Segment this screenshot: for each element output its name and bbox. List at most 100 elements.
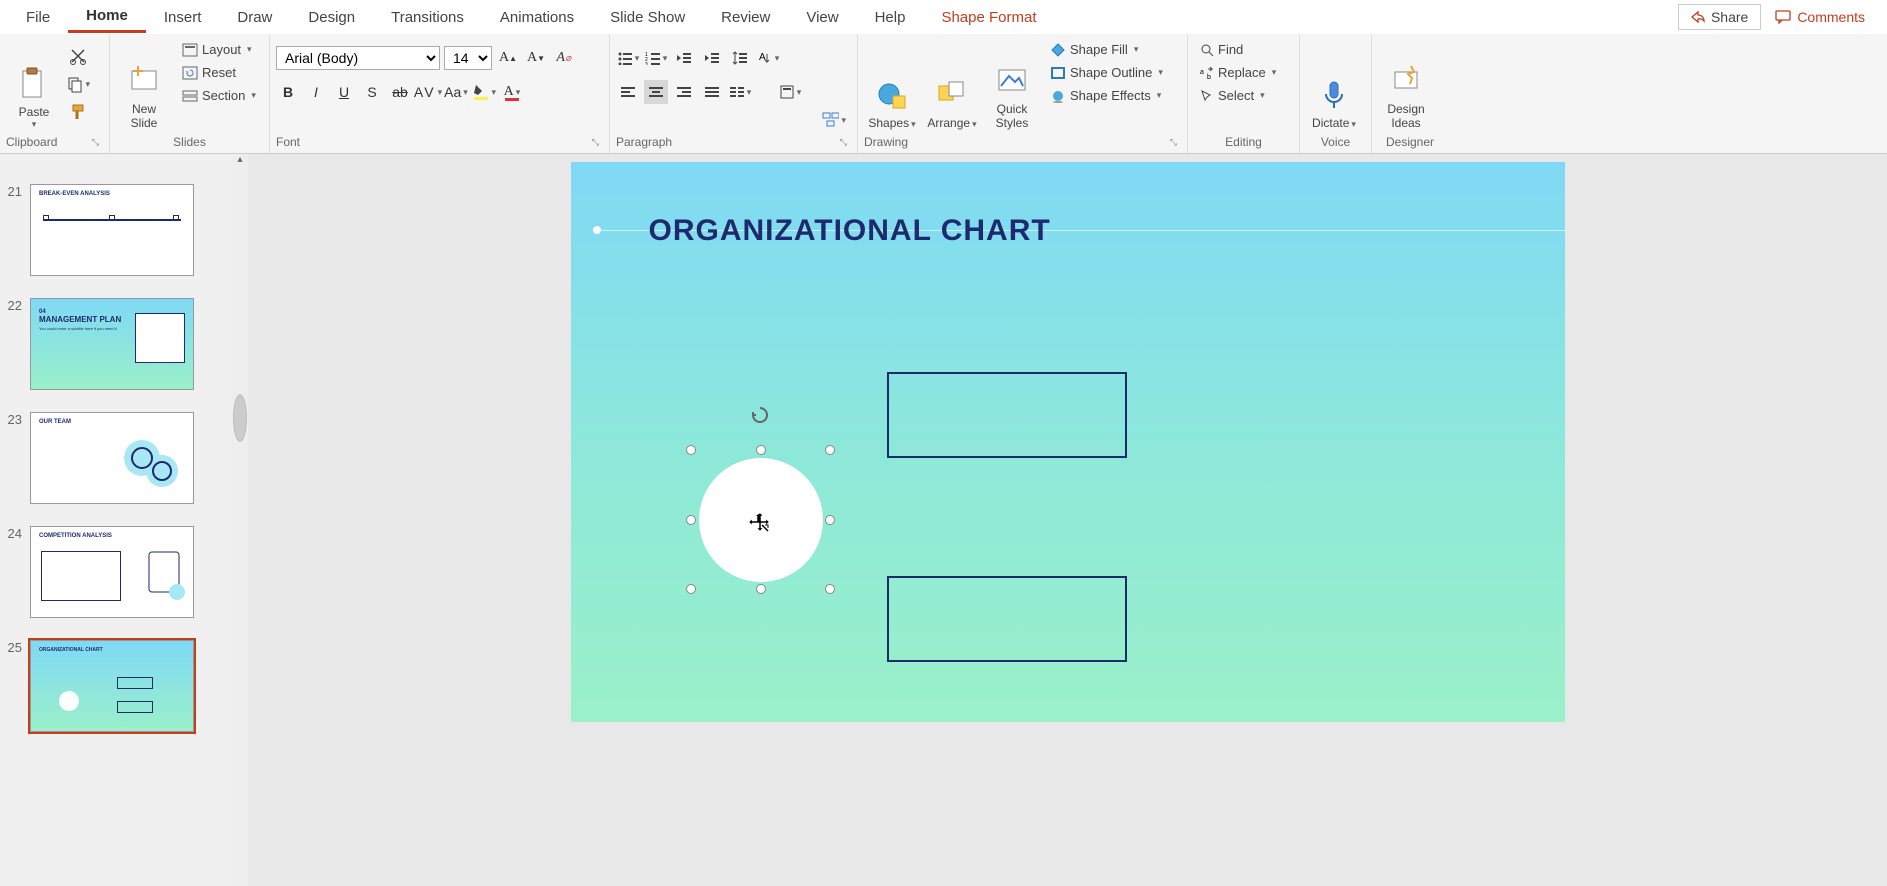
tab-transitions[interactable]: Transitions xyxy=(373,3,482,32)
thumb-22[interactable]: 22 04 MANAGEMENT PLAN You could enter a … xyxy=(0,292,248,406)
thumb-23[interactable]: 23 OUR TEAM xyxy=(0,406,248,520)
format-painter-button[interactable] xyxy=(66,100,90,124)
thumb-21[interactable]: 21 BREAK-EVEN ANALYSIS xyxy=(0,178,248,292)
shape-fill-button[interactable]: Shape Fill xyxy=(1044,40,1169,59)
shape-effects-button[interactable]: Shape Effects xyxy=(1044,86,1169,105)
align-center-button[interactable] xyxy=(644,80,668,104)
tab-review[interactable]: Review xyxy=(703,3,788,32)
group-clipboard-label: Clipboard xyxy=(6,135,57,149)
slide[interactable]: ORGANIZATIONAL CHART xyxy=(571,162,1565,722)
comments-button[interactable]: Comments xyxy=(1765,5,1875,29)
outdent-icon xyxy=(676,51,692,65)
paragraph-launcher[interactable]: ⤡ xyxy=(840,137,851,148)
numbering-button[interactable]: 123 xyxy=(644,46,668,70)
text-direction-button[interactable]: A xyxy=(756,46,780,70)
new-slide-button[interactable]: New Slide xyxy=(116,38,172,130)
columns-button[interactable] xyxy=(728,80,752,104)
tab-animations[interactable]: Animations xyxy=(482,3,592,32)
line-spacing-button[interactable] xyxy=(728,46,752,70)
smartart-button[interactable] xyxy=(822,108,846,132)
shadow-button[interactable]: S xyxy=(360,80,384,104)
design-ideas-button[interactable]: Design Ideas xyxy=(1378,38,1434,130)
tab-slideshow[interactable]: Slide Show xyxy=(592,3,703,32)
tab-draw[interactable]: Draw xyxy=(219,3,290,32)
layout-button[interactable]: Layout xyxy=(176,40,262,59)
drawing-launcher[interactable]: ⤡ xyxy=(1170,137,1181,148)
rect-shape-2[interactable] xyxy=(887,576,1127,662)
shrink-font-button[interactable]: A▼ xyxy=(524,46,548,70)
dictate-button[interactable]: Dictate xyxy=(1306,38,1362,130)
tab-insert[interactable]: Insert xyxy=(146,3,220,32)
handle-nw[interactable] xyxy=(686,445,696,455)
select-button[interactable]: Select xyxy=(1194,86,1282,105)
handle-n[interactable] xyxy=(756,445,766,455)
align-text-button[interactable] xyxy=(778,80,802,104)
tab-view[interactable]: View xyxy=(788,3,856,32)
align-left-button[interactable] xyxy=(616,80,640,104)
reset-button[interactable]: Reset xyxy=(176,63,262,82)
group-paragraph-label: Paragraph xyxy=(616,135,672,149)
shape-outline-button[interactable]: Shape Outline xyxy=(1044,63,1169,82)
grow-font-button[interactable]: A▲ xyxy=(496,46,520,70)
font-color-button[interactable]: A xyxy=(500,80,524,104)
font-size-select[interactable]: 14 xyxy=(444,46,492,70)
handle-w[interactable] xyxy=(686,515,696,525)
increase-indent-button[interactable] xyxy=(700,46,724,70)
handle-s[interactable] xyxy=(756,584,766,594)
cut-icon xyxy=(69,47,87,65)
cut-button[interactable] xyxy=(66,44,90,68)
tab-home[interactable]: Home xyxy=(68,1,146,33)
scroll-handle[interactable] xyxy=(233,394,247,442)
tab-shape-format[interactable]: Shape Format xyxy=(923,3,1054,32)
strike-button[interactable]: ab xyxy=(388,80,412,104)
thumb-preview: 04 MANAGEMENT PLAN You could enter a sub… xyxy=(30,298,194,390)
slide-title[interactable]: ORGANIZATIONAL CHART xyxy=(649,214,1051,248)
thumb-num: 22 xyxy=(4,298,22,390)
scroll-up-icon[interactable]: ▴ xyxy=(232,154,248,170)
tab-design[interactable]: Design xyxy=(290,3,373,32)
rotate-icon xyxy=(751,406,769,424)
slide-canvas-area[interactable]: ORGANIZATIONAL CHART xyxy=(248,154,1887,886)
clear-format-button[interactable]: A⊘ xyxy=(552,46,576,70)
tab-help[interactable]: Help xyxy=(857,3,924,32)
rect-shape-1[interactable] xyxy=(887,372,1127,458)
paste-button[interactable]: Paste ▾ xyxy=(6,38,62,130)
group-editing-label: Editing xyxy=(1225,135,1262,149)
thumb-scrollbar[interactable]: ▴ xyxy=(232,154,248,886)
quick-styles-button[interactable]: Quick Styles xyxy=(984,38,1040,130)
bullets-button[interactable] xyxy=(616,46,640,70)
change-case-button[interactable]: Aa xyxy=(444,80,468,104)
align-right-button[interactable] xyxy=(672,80,696,104)
arrange-button[interactable]: Arrange xyxy=(924,38,980,130)
comments-label: Comments xyxy=(1797,9,1865,25)
reset-icon xyxy=(182,66,198,80)
bold-button[interactable]: B xyxy=(276,80,300,104)
italic-button[interactable]: I xyxy=(304,80,328,104)
shapes-button[interactable]: Shapes xyxy=(864,38,920,130)
font-launcher[interactable]: ⤡ xyxy=(592,137,603,148)
decrease-indent-button[interactable] xyxy=(672,46,696,70)
thumb-25[interactable]: 25 ORGANIZATIONAL CHART xyxy=(0,634,248,748)
justify-button[interactable] xyxy=(700,80,724,104)
quickstyles-label: Quick Styles xyxy=(996,102,1029,130)
underline-button[interactable]: U xyxy=(332,80,356,104)
copy-button[interactable] xyxy=(66,72,90,96)
clipboard-launcher[interactable]: ⤡ xyxy=(92,137,103,148)
rotate-handle[interactable] xyxy=(751,406,769,424)
handle-se[interactable] xyxy=(825,584,835,594)
section-button[interactable]: Section xyxy=(176,86,262,105)
mic-icon xyxy=(1317,78,1351,112)
replace-label: Replace xyxy=(1218,65,1266,80)
char-spacing-button[interactable]: AV xyxy=(416,80,440,104)
handle-ne[interactable] xyxy=(825,445,835,455)
share-button[interactable]: Share xyxy=(1678,4,1761,30)
highlight-button[interactable] xyxy=(472,80,496,104)
find-button[interactable]: Find xyxy=(1194,40,1282,59)
handle-sw[interactable] xyxy=(686,584,696,594)
replace-button[interactable]: abReplace xyxy=(1194,63,1282,82)
thumb-24[interactable]: 24 COMPETITION ANALYSIS xyxy=(0,520,248,634)
font-name-select[interactable]: Arial (Body) xyxy=(276,46,440,70)
handle-e[interactable] xyxy=(825,515,835,525)
tab-file[interactable]: File xyxy=(8,3,68,32)
selection-frame[interactable] xyxy=(691,450,830,589)
